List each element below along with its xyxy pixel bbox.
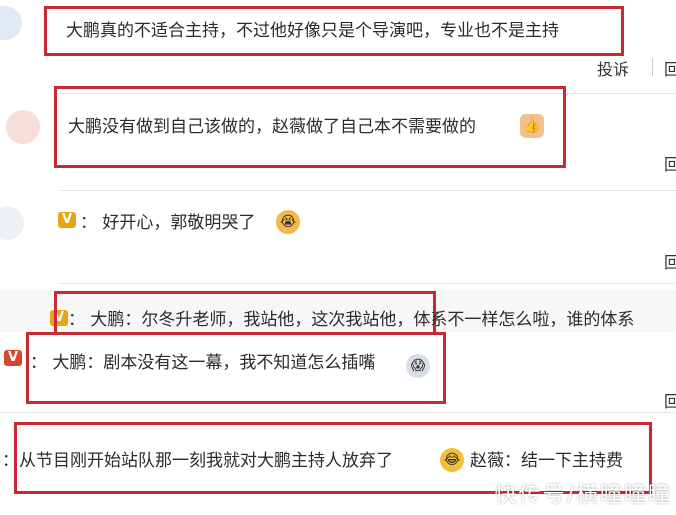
reply-link[interactable]: 回 [664,388,676,412]
reply-link[interactable]: 回 [664,56,676,80]
comment-text: 大鹏没有做到自己该做的，赵薇做了自己本不需要做的 [68,117,476,137]
reply-link[interactable]: 回 [664,249,676,273]
reply-link[interactable]: 回 [664,151,676,175]
divider [0,412,676,413]
v-badge-icon: V [4,350,22,366]
comment-text: ： 大鹏：剧本没有这一幕，我不知道怎么插嘴 [30,353,376,373]
comment-text: 大鹏真的不适合主持，不过他好像只是个导演吧，专业也不是主持 [66,21,559,41]
comment-text: ： 好开心，郭敬明哭了 [80,213,256,233]
comment-text: ： 大鹏：尔冬升老师，我站他，这次我站他，体系不一样怎么啦，谁的体系 [68,310,635,330]
divider [60,190,676,191]
avatar[interactable] [0,6,22,40]
crying-emoji-icon: 😭 [276,210,300,234]
report-link[interactable]: 投诉 [597,56,629,80]
watermark: 快传号/横瞳瞳瞳 [494,483,672,508]
v-badge-icon: V [58,212,76,228]
divider [652,58,653,76]
thumbs-up-emoji-icon: 👍 [520,114,544,138]
scared-emoji-icon: 😱 [406,354,430,378]
avatar[interactable] [6,110,40,144]
comment-text: ：从节目刚开始站队那一刻我就对大鹏主持人放弃了 [2,451,393,471]
laughing-emoji-icon: 😂 [440,448,464,472]
comment-text: 赵薇：结一下主持费 [470,451,623,471]
divider [60,283,676,284]
avatar[interactable] [0,206,24,240]
